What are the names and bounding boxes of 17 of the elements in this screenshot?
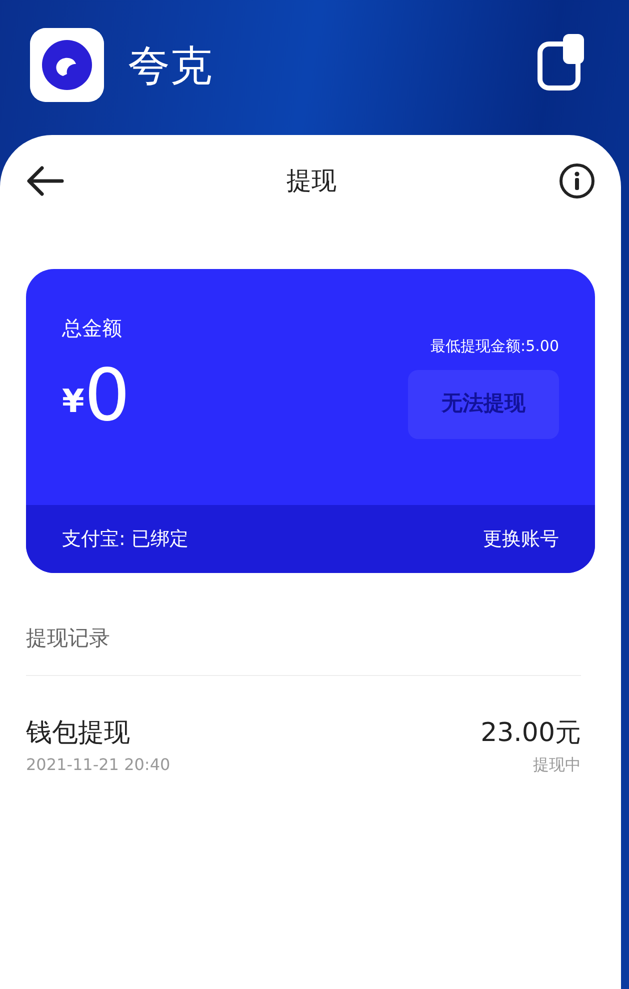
app-title: 夸克 <box>128 40 212 92</box>
records-heading: 提现记录 <box>26 573 581 676</box>
balance-label: 总金额 <box>62 315 123 342</box>
minimum-amount-text: 最低提现金额:5.00 <box>430 336 559 357</box>
record-time: 2021-11-21 20:40 <box>26 754 170 776</box>
record-status: 提现中 <box>532 754 581 776</box>
back-arrow-icon[interactable] <box>26 165 64 197</box>
change-account-link[interactable]: 更换账号 <box>483 524 559 554</box>
tabs-icon[interactable] <box>537 34 587 92</box>
info-icon[interactable] <box>559 163 595 199</box>
account-status: 支付宝: 已绑定 <box>62 526 188 552</box>
app-logo-icon <box>30 28 104 102</box>
currency-symbol: ¥ <box>62 381 84 422</box>
balance-amount: 0 <box>84 359 130 431</box>
record-amount: 23.00元 <box>480 716 581 750</box>
page-title: 提现 <box>286 165 336 198</box>
record-title: 钱包提现 <box>26 716 131 750</box>
